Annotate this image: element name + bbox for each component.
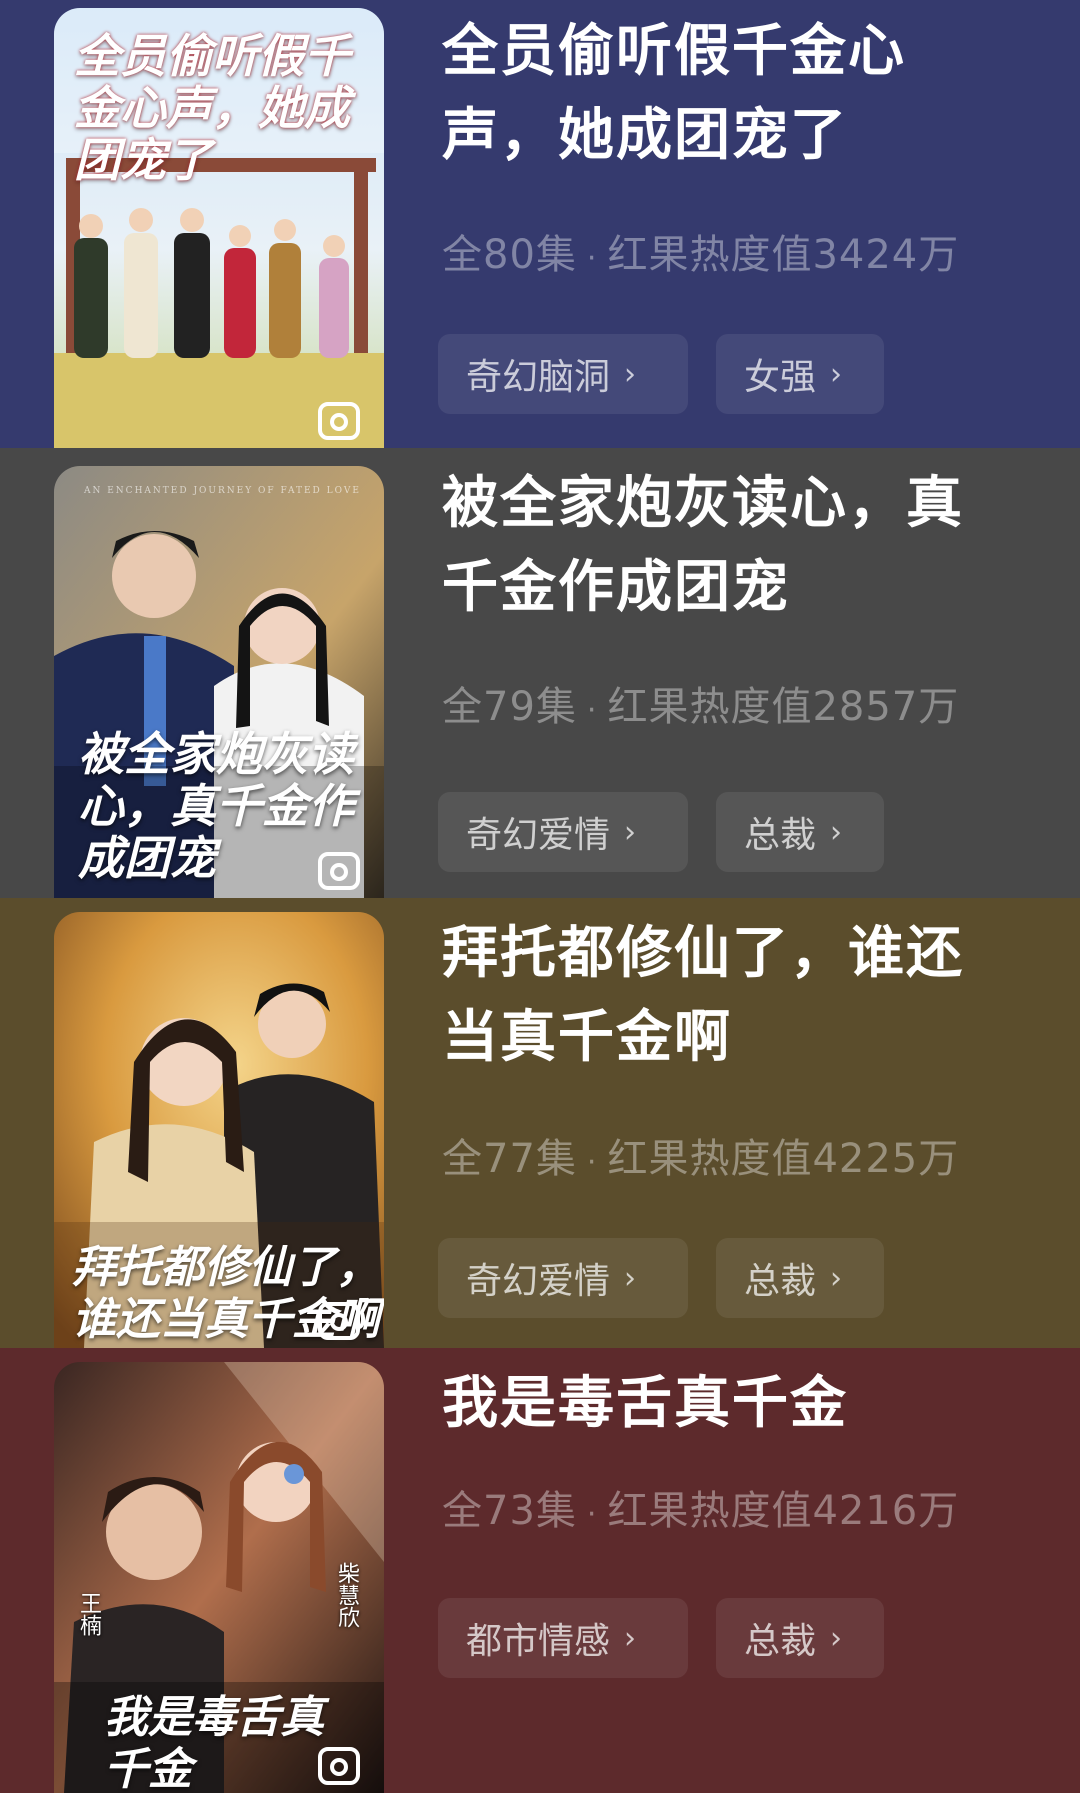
tag-label: 总裁 — [744, 1261, 817, 1302]
drama-list: 全员偷听假千金心声，她成团宠了 全员偷听假千金心声，她成团宠了 全80集 · 红果热… — [0, 0, 1080, 1793]
drama-title[interactable]: 被全家炮灰读心，真千金作成团宠 — [442, 462, 1002, 630]
poster-cast-left: 王楠 — [76, 1592, 101, 1636]
chevron-right-icon: › — [624, 1620, 637, 1656]
tag-label: 总裁 — [744, 815, 817, 856]
separator: · — [586, 241, 598, 276]
drama-meta: 全79集 · 红果热度值2857万 — [442, 674, 959, 732]
drama-item[interactable]: 王楠 柴慧欣 我是毒舌真千金 我是毒舌真千金 全73集 · 红果热度值4216万 都… — [0, 1348, 1080, 1793]
poster-image[interactable]: 王楠 柴慧欣 我是毒舌真千金 — [54, 1362, 384, 1793]
heat-value: 红果热度值2857万 — [607, 684, 960, 730]
drama-item[interactable]: 拜托都修仙了，谁还当真千金啊 拜托都修仙了，谁还当真千金啊 全77集 · 红果热度值… — [0, 898, 1080, 1348]
reel-icon — [316, 1741, 364, 1789]
chevron-right-icon: › — [624, 356, 637, 392]
tag-button[interactable]: 奇幻脑洞 › — [438, 334, 688, 414]
episode-count: 全73集 — [442, 1488, 577, 1534]
reel-icon — [316, 846, 364, 894]
tag-label: 女强 — [744, 357, 817, 398]
chevron-right-icon: › — [830, 356, 843, 392]
tag-button[interactable]: 总裁 › — [716, 1598, 884, 1678]
separator: · — [586, 693, 598, 728]
poster-image[interactable]: 全员偷听假千金心声，她成团宠了 — [54, 8, 384, 448]
tag-button[interactable]: 总裁 › — [716, 1238, 884, 1318]
episode-count: 全80集 — [442, 232, 577, 278]
poster-subtitle: AN ENCHANTED JOURNEY OF FATED LOVE — [84, 486, 361, 496]
reel-icon — [316, 1296, 364, 1344]
separator: · — [586, 1497, 598, 1532]
drama-item[interactable]: AN ENCHANTED JOURNEY OF FATED LOVE 被全家炮灰… — [0, 448, 1080, 898]
drama-meta: 全77集 · 红果热度值4225万 — [442, 1126, 959, 1184]
tag-button[interactable]: 奇幻爱情 › — [438, 792, 688, 872]
tag-button[interactable]: 奇幻爱情 › — [438, 1238, 688, 1318]
chevron-right-icon: › — [830, 1260, 843, 1296]
tag-label: 奇幻脑洞 — [466, 357, 611, 398]
reel-icon — [316, 396, 364, 444]
tag-button[interactable]: 总裁 › — [716, 792, 884, 872]
drama-title[interactable]: 我是毒舌真千金 — [442, 1362, 1002, 1446]
heat-value: 红果热度值3424万 — [607, 232, 960, 278]
heat-value: 红果热度值4216万 — [607, 1488, 960, 1534]
chevron-right-icon: › — [830, 814, 843, 850]
heat-value: 红果热度值4225万 — [607, 1136, 960, 1182]
episode-count: 全77集 — [442, 1136, 577, 1182]
tag-button[interactable]: 女强 › — [716, 334, 884, 414]
poster-image[interactable]: AN ENCHANTED JOURNEY OF FATED LOVE 被全家炮灰… — [54, 466, 384, 898]
chevron-right-icon: › — [624, 1260, 637, 1296]
tag-label: 奇幻爱情 — [466, 1261, 611, 1302]
drama-meta: 全80集 · 红果热度值3424万 — [442, 222, 959, 280]
tag-list: 奇幻爱情 › 总裁 › — [438, 1238, 884, 1318]
episode-count: 全79集 — [442, 684, 577, 730]
separator: · — [586, 1145, 598, 1180]
tag-list: 奇幻脑洞 › 女强 › — [438, 334, 884, 414]
drama-item[interactable]: 全员偷听假千金心声，她成团宠了 全员偷听假千金心声，她成团宠了 全80集 · 红果热… — [0, 0, 1080, 448]
poster-image[interactable]: 拜托都修仙了，谁还当真千金啊 — [54, 912, 384, 1348]
drama-title[interactable]: 全员偷听假千金心声，她成团宠了 — [442, 10, 1002, 178]
tag-list: 都市情感 › 总裁 › — [438, 1598, 884, 1678]
tag-list: 奇幻爱情 › 总裁 › — [438, 792, 884, 872]
tag-button[interactable]: 都市情感 › — [438, 1598, 688, 1678]
tag-label: 奇幻爱情 — [466, 815, 611, 856]
poster-title: 全员偷听假千金心声，她成团宠了 — [74, 29, 350, 187]
drama-title[interactable]: 拜托都修仙了，谁还当真千金啊 — [442, 912, 1002, 1080]
tag-label: 总裁 — [744, 1621, 817, 1662]
chevron-right-icon: › — [624, 814, 637, 850]
poster-cast-right: 柴慧欣 — [334, 1562, 359, 1628]
drama-meta: 全73集 · 红果热度值4216万 — [442, 1478, 959, 1536]
chevron-right-icon: › — [830, 1620, 843, 1656]
tag-label: 都市情感 — [466, 1621, 611, 1662]
